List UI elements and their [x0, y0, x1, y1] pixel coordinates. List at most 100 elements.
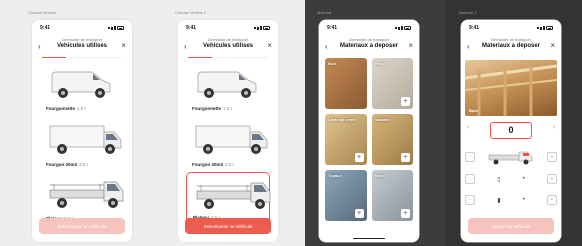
- battery-icon: [546, 26, 553, 30]
- material-tile[interactable]: Bois: [325, 58, 367, 109]
- material-grid: Bois Placo + Laine de verre + Isolants +…: [325, 58, 413, 221]
- quantity-input[interactable]: 0: [490, 122, 532, 139]
- status-bar: 9:41: [40, 25, 124, 31]
- flatbed-truck-icon: [488, 151, 533, 165]
- vehicle-option-van[interactable]: Fourgonnette 1.5 t: [40, 62, 124, 114]
- signal-icon: [395, 27, 397, 29]
- frame-choose-vehicle: Choose Vehicle 9:41 ‹ Demande de transpo…: [0, 0, 165, 246]
- add-icon[interactable]: +: [354, 209, 364, 218]
- frame-material-quantity: Material 2 9:41 ‹ Demande de transport M…: [445, 0, 582, 246]
- material-tile[interactable]: Placo +: [371, 58, 413, 109]
- dot-icon: •: [522, 176, 525, 182]
- vehicle-name: Fourgonnette: [46, 106, 75, 111]
- vehicle-capacity: 1.5 t: [223, 106, 232, 111]
- box-icon: ▮: [497, 197, 501, 204]
- close-icon[interactable]: ×: [121, 41, 126, 50]
- phone-screen: 9:41 ‹ Demande de transport Vehicules ut…: [32, 20, 132, 242]
- box-van-icon: [49, 125, 122, 154]
- wood-frame-image: [465, 64, 557, 116]
- material-name: Bois: [469, 108, 478, 113]
- signal-icon: [254, 27, 256, 29]
- add-icon[interactable]: +: [401, 209, 410, 218]
- select-vehicle-button[interactable]: Selectionner ce vehicule: [185, 218, 271, 234]
- vehicle-name: Fourgon 20m3: [46, 162, 78, 167]
- page-title: Materiaux a deposer: [339, 43, 399, 49]
- page-title: Vehicules utilises: [56, 43, 108, 49]
- van-icon: [51, 71, 111, 98]
- status-bar: 9:41: [186, 25, 270, 31]
- back-icon[interactable]: ‹: [325, 42, 328, 51]
- phone-screen: 9:41 ‹ Demande de transport Materiaux a …: [461, 20, 561, 242]
- dot-icon: •: [522, 197, 525, 203]
- header-subtitle: Demande de transport: [349, 37, 389, 42]
- van-icon: [197, 71, 257, 98]
- status-bar: 9:41: [327, 25, 411, 31]
- material-tile[interactable]: Laine de verre +: [325, 114, 367, 165]
- header-subtitle: Demande de transport: [208, 37, 248, 42]
- minus-button[interactable]: -: [465, 195, 475, 205]
- status-time: 9:41: [327, 25, 338, 31]
- vehicle-capacity: 3.5 t: [225, 162, 234, 167]
- material-photo: Bois: [465, 60, 557, 116]
- option-row: - ▮ • +: [465, 191, 557, 209]
- frame-label: Material 2: [459, 10, 477, 15]
- add-icon[interactable]: +: [401, 97, 410, 106]
- signal-icon: [537, 27, 539, 29]
- plus-button[interactable]: +: [547, 152, 557, 162]
- header: ‹ Demande de transport Vehicules utilise…: [178, 37, 278, 55]
- add-icon[interactable]: +: [401, 153, 410, 162]
- page-title: Vehicules utilises: [202, 43, 254, 49]
- progress-bar: [42, 57, 122, 59]
- pallet-icon: ▯: [497, 176, 501, 183]
- frame-choose-vehicle-selected: Choose Vehicle 2 9:41 ‹ Demande de trans…: [165, 0, 305, 246]
- phone-screen: 9:41 ‹ Demande de transport Materiaux a …: [319, 20, 419, 242]
- vehicle-name: Fourgon 20m3: [192, 162, 224, 167]
- add-icon[interactable]: +: [354, 153, 364, 162]
- vehicle-option-flatbed[interactable]: Plateau3.5 t: [40, 172, 124, 224]
- vehicle-option-van[interactable]: Fourgonnette 1.5 t: [186, 62, 270, 114]
- back-icon[interactable]: ‹: [38, 42, 41, 51]
- header: ‹ Demande de transport Vehicules utilise…: [32, 37, 132, 55]
- page-title: Materiaux a deposer: [481, 43, 541, 49]
- load-row: - +: [465, 148, 557, 166]
- flatbed-truck-icon: [196, 182, 271, 209]
- vehicle-capacity: 1.5 t: [77, 106, 86, 111]
- frame-label: Material: [317, 10, 332, 15]
- status-time: 9:41: [469, 25, 480, 31]
- close-icon[interactable]: ×: [267, 41, 272, 50]
- vehicle-name: Fourgonnette: [192, 106, 221, 111]
- select-vehicle-button[interactable]: Selectionner un vehicule: [39, 218, 125, 234]
- close-icon[interactable]: ×: [408, 41, 413, 50]
- back-icon[interactable]: ‹: [467, 42, 470, 51]
- minus-button[interactable]: -: [465, 152, 475, 162]
- chevron-right-icon[interactable]: ›: [553, 124, 555, 131]
- option-row: - ▯ • +: [465, 170, 557, 188]
- battery-icon: [404, 26, 411, 30]
- frame-label: Choose Vehicle 2: [175, 10, 207, 15]
- vehicle-capacity: 3.5 t: [79, 162, 88, 167]
- status-time: 9:41: [40, 25, 51, 31]
- material-tile[interactable]: Metal +: [371, 170, 413, 221]
- status-time: 9:41: [186, 25, 197, 31]
- frame-material: Material 9:41 ‹ Demande de transport Mat…: [305, 0, 445, 246]
- header: ‹ Demande de transport Materiaux a depos…: [319, 37, 419, 55]
- material-tile[interactable]: Isolants +: [371, 114, 413, 165]
- plus-button[interactable]: +: [546, 195, 557, 205]
- chevron-left-icon[interactable]: ‹: [467, 124, 469, 131]
- add-to-vehicle-button[interactable]: Ajouter au vehicule: [468, 218, 554, 234]
- vehicle-option-box-van[interactable]: Fourgon 20m3 3.5 t: [40, 118, 124, 170]
- minus-button[interactable]: -: [465, 174, 475, 184]
- vehicle-option-flatbed-selected[interactable]: Plateau3.5 t: [186, 172, 271, 224]
- close-icon[interactable]: ×: [550, 41, 555, 50]
- frame-label: Choose Vehicle: [28, 10, 56, 15]
- plus-button[interactable]: +: [546, 174, 557, 184]
- home-indicator: [353, 237, 385, 239]
- box-van-icon: [195, 125, 268, 154]
- phone-screen: 9:41 ‹ Demande de transport Vehicules ut…: [178, 20, 278, 242]
- header: ‹ Demande de transport Materiaux a depos…: [461, 37, 561, 55]
- header-subtitle: Demande de transport: [62, 37, 102, 42]
- signal-icon: [108, 27, 110, 29]
- material-tile[interactable]: Tuyaux +: [325, 170, 367, 221]
- back-icon[interactable]: ‹: [184, 42, 187, 51]
- vehicle-option-box-van[interactable]: Fourgon 20m3 3.5 t: [186, 118, 270, 170]
